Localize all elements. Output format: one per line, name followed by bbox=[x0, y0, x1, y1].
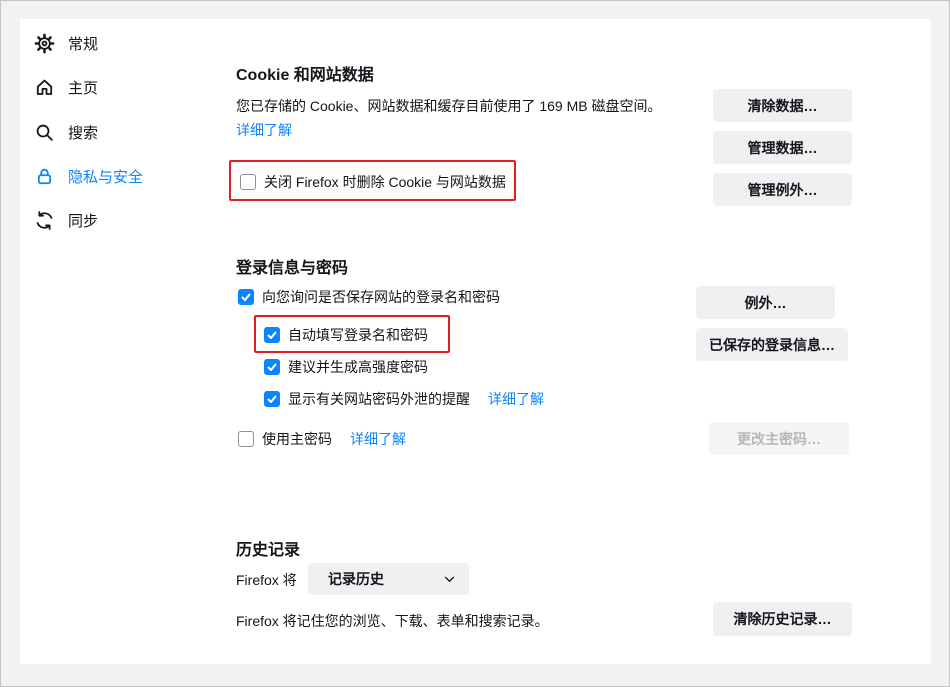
delete-on-close-label: 关闭 Firefox 时删除 Cookie 与网站数据 bbox=[264, 172, 506, 192]
chevron-down-icon bbox=[444, 576, 455, 583]
history-section-title: 历史记录 bbox=[236, 536, 300, 560]
cookies-learn-more-link[interactable]: 详细了解 bbox=[236, 120, 292, 140]
sidebar-item-home[interactable]: 主页 bbox=[34, 74, 209, 100]
sync-icon bbox=[34, 210, 55, 231]
history-mode-dropdown[interactable]: 记录历史 bbox=[308, 563, 469, 595]
sidebar-item-label: 同步 bbox=[68, 210, 98, 231]
manage-exceptions-button[interactable]: 管理例外… bbox=[713, 173, 852, 206]
master-password-learn-more-link[interactable]: 详细了解 bbox=[350, 429, 406, 449]
manage-data-button[interactable]: 管理数据… bbox=[713, 131, 852, 164]
sidebar-item-label: 隐私与安全 bbox=[68, 166, 143, 187]
lock-icon bbox=[34, 166, 55, 187]
sidebar-item-label: 常规 bbox=[68, 33, 98, 54]
exceptions-button[interactable]: 例外… bbox=[696, 286, 835, 319]
history-mode-value: 记录历史 bbox=[328, 569, 444, 589]
breach-alerts-row: 显示有关网站密码外泄的提醒 详细了解 bbox=[264, 389, 544, 409]
breach-alerts-learn-more-link[interactable]: 详细了解 bbox=[488, 389, 544, 409]
master-password-row: 使用主密码 详细了解 bbox=[238, 429, 406, 449]
change-master-password-button: 更改主密码… bbox=[709, 422, 849, 455]
suggest-strong-label: 建议并生成高强度密码 bbox=[288, 357, 428, 377]
gear-icon bbox=[34, 33, 55, 54]
ask-to-save-checkbox[interactable] bbox=[238, 289, 254, 305]
firefox-will-label: Firefox 将 bbox=[236, 572, 297, 588]
clear-data-button[interactable]: 清除数据… bbox=[713, 89, 852, 122]
sidebar-item-privacy-security[interactable]: 隐私与安全 bbox=[34, 163, 209, 189]
delete-on-close-row: 关闭 Firefox 时删除 Cookie 与网站数据 bbox=[240, 172, 506, 192]
search-icon bbox=[34, 122, 55, 143]
ask-to-save-label: 向您询问是否保存网站的登录名和密码 bbox=[262, 287, 500, 307]
sidebar-item-label: 主页 bbox=[68, 77, 98, 98]
cookies-usage-text: 您已存储的 Cookie、网站数据和缓存目前使用了 169 MB 磁盘空间。 bbox=[236, 98, 662, 114]
autofill-label: 自动填写登录名和密码 bbox=[288, 325, 428, 345]
sidebar-item-general[interactable]: 常规 bbox=[34, 30, 209, 56]
history-description: Firefox 将记住您的浏览、下载、表单和搜索记录。 bbox=[236, 613, 549, 629]
breach-alerts-label: 显示有关网站密码外泄的提醒 bbox=[288, 389, 470, 409]
suggest-strong-row: 建议并生成高强度密码 bbox=[264, 357, 428, 377]
master-password-label: 使用主密码 bbox=[262, 429, 332, 449]
cookies-section-title: Cookie 和网站数据 bbox=[236, 61, 374, 85]
home-icon bbox=[34, 77, 55, 98]
delete-on-close-checkbox[interactable] bbox=[240, 174, 256, 190]
suggest-strong-checkbox[interactable] bbox=[264, 359, 280, 375]
autofill-checkbox[interactable] bbox=[264, 327, 280, 343]
ask-to-save-row: 向您询问是否保存网站的登录名和密码 bbox=[238, 287, 500, 307]
clear-history-button[interactable]: 清除历史记录… bbox=[713, 602, 852, 636]
master-password-checkbox[interactable] bbox=[238, 431, 254, 447]
preferences-window: 常规 主页 搜索 隐私与安全 bbox=[0, 0, 950, 687]
saved-logins-button[interactable]: 已保存的登录信息… bbox=[696, 328, 848, 361]
breach-alerts-checkbox[interactable] bbox=[264, 391, 280, 407]
sidebar-item-label: 搜索 bbox=[68, 122, 98, 143]
sidebar-item-sync[interactable]: 同步 bbox=[34, 207, 209, 233]
autofill-row: 自动填写登录名和密码 bbox=[264, 325, 428, 345]
logins-section-title: 登录信息与密码 bbox=[236, 254, 348, 278]
sidebar-item-search[interactable]: 搜索 bbox=[34, 119, 209, 145]
